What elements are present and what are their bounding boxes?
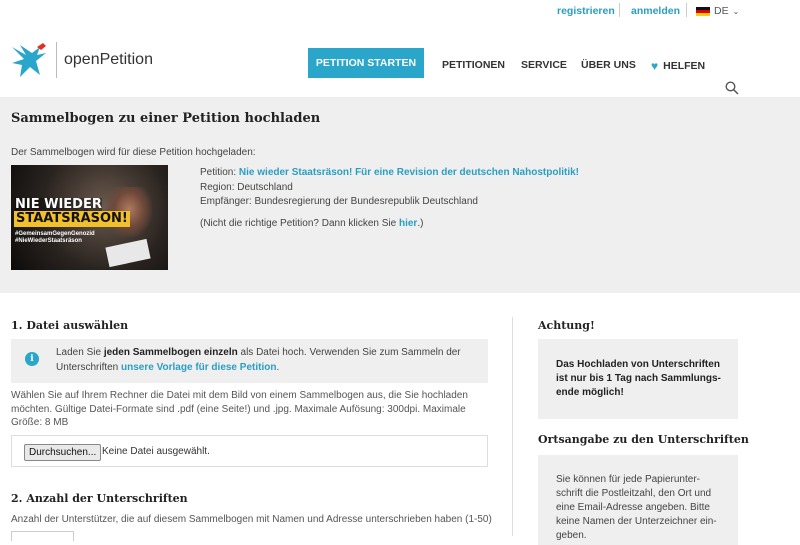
info-alert: i Laden Sie jeden Sammelbogen einzeln al… — [11, 339, 488, 383]
nav-help-label: HELFEN — [663, 60, 706, 72]
nav-service[interactable]: SERVICE — [521, 59, 567, 71]
no-file-label: Keine Datei ausgewählt. — [102, 446, 210, 457]
petition-region: Region: Deutschland — [200, 181, 293, 193]
alert-bold: jeden Sammelbogen einzeln — [103, 347, 238, 358]
upload-info-section: Sammelbogen zu einer Petition hochladen … — [0, 98, 800, 293]
wrong-suffix: .) — [417, 217, 424, 229]
template-link[interactable]: unsere Vorlage für diese Petition — [121, 362, 276, 373]
location-box: Sie können für jede Papierunter-schrift … — [538, 455, 738, 545]
top-bar: registrieren anmelden DE ⌄ — [0, 0, 800, 24]
image-hashtag: #GemeinsamGegenGenozid — [15, 231, 95, 237]
signature-count-hint: Anzahl der Unterstützer, die auf diesem … — [11, 514, 492, 525]
register-link[interactable]: registrieren — [557, 5, 615, 17]
petition-label: Petition: — [200, 167, 239, 178]
main-content: 1. Datei auswählen i Laden Sie jeden Sam… — [0, 293, 800, 545]
location-text: Sie können für jede Papierunter-schrift … — [556, 474, 717, 541]
image-card — [105, 238, 151, 268]
wrong-petition-link[interactable]: hier — [399, 218, 417, 229]
nav-about[interactable]: ÜBER UNS — [581, 59, 636, 71]
image-hashtags: #GemeinsamGegenGenozid #NieWiederStaatsr… — [15, 231, 95, 245]
petition-line: Petition: Nie wieder Staatsräson! Für ei… — [200, 166, 579, 181]
warning-heading: Achtung! — [538, 319, 595, 332]
search-icon[interactable] — [725, 81, 739, 95]
divider — [686, 3, 687, 17]
start-petition-button[interactable]: PETITION STARTEN — [308, 48, 424, 78]
alert-pre: Laden Sie — [56, 347, 104, 358]
page-title: Sammelbogen zu einer Petition hochladen — [11, 111, 321, 126]
wrong-prefix: (Nicht die richtige Petition? Dann klick… — [200, 217, 399, 229]
language-selector[interactable]: DE ⌄ — [696, 5, 739, 17]
warning-text: Das Hochladen von Unterschriften ist nur… — [556, 359, 721, 398]
step2-heading: 2. Anzahl der Unterschriften — [11, 492, 188, 505]
step1-heading: 1. Datei auswählen — [11, 319, 129, 332]
language-label: DE — [714, 5, 729, 17]
file-hint: Wählen Sie auf Ihrem Rechner die Datei m… — [11, 390, 468, 428]
login-link[interactable]: anmelden — [631, 5, 680, 17]
signature-count-input[interactable] — [11, 531, 74, 541]
nav-petitions[interactable]: PETITIONEN — [442, 59, 505, 71]
chevron-down-icon: ⌄ — [732, 6, 740, 16]
info-icon: i — [25, 352, 39, 366]
image-text-line1: NIE WIEDER — [15, 197, 102, 212]
column-divider — [512, 317, 513, 536]
location-heading: Ortsangabe zu den Unterschriften — [538, 433, 749, 446]
petition-details: Petition: Nie wieder Staatsräson! Für ei… — [200, 166, 579, 231]
divider — [619, 3, 620, 17]
image-hashtag: #NieWiederStaatsräson — [15, 238, 82, 244]
dove-logo-icon[interactable] — [10, 41, 48, 81]
image-text-line2: STAATSRÄSON! — [14, 211, 130, 227]
brand-name[interactable]: openPetition — [64, 51, 153, 69]
heart-icon: ♥ — [651, 59, 659, 73]
german-flag-icon — [696, 6, 710, 16]
alert-text: Laden Sie jeden Sammelbogen einzeln als … — [56, 346, 476, 375]
file-input[interactable]: Durchsuchen... Keine Datei ausgewählt. — [11, 435, 488, 467]
main-header: openPetition PETITION STARTEN PETITIONEN… — [0, 24, 800, 98]
petition-title-link[interactable]: Nie wieder Staatsräson! Für eine Revisio… — [239, 167, 579, 178]
upload-intro: Der Sammelbogen wird für diese Petition … — [11, 147, 256, 158]
warning-box: Das Hochladen von Unterschriften ist nur… — [538, 339, 738, 419]
logo-divider — [56, 42, 57, 78]
petition-image[interactable]: NIE WIEDER STAATSRÄSON! #GemeinsamGegenG… — [11, 165, 168, 270]
petition-recipient: Empfänger: Bundesregierung der Bundesrep… — [200, 196, 478, 207]
nav-help[interactable]: ♥ HELFEN — [651, 59, 705, 73]
browse-button[interactable]: Durchsuchen... — [24, 444, 102, 461]
wrong-petition-note: (Nicht die richtige Petition? Dann klick… — [200, 217, 579, 232]
alert-post: . — [276, 361, 280, 373]
